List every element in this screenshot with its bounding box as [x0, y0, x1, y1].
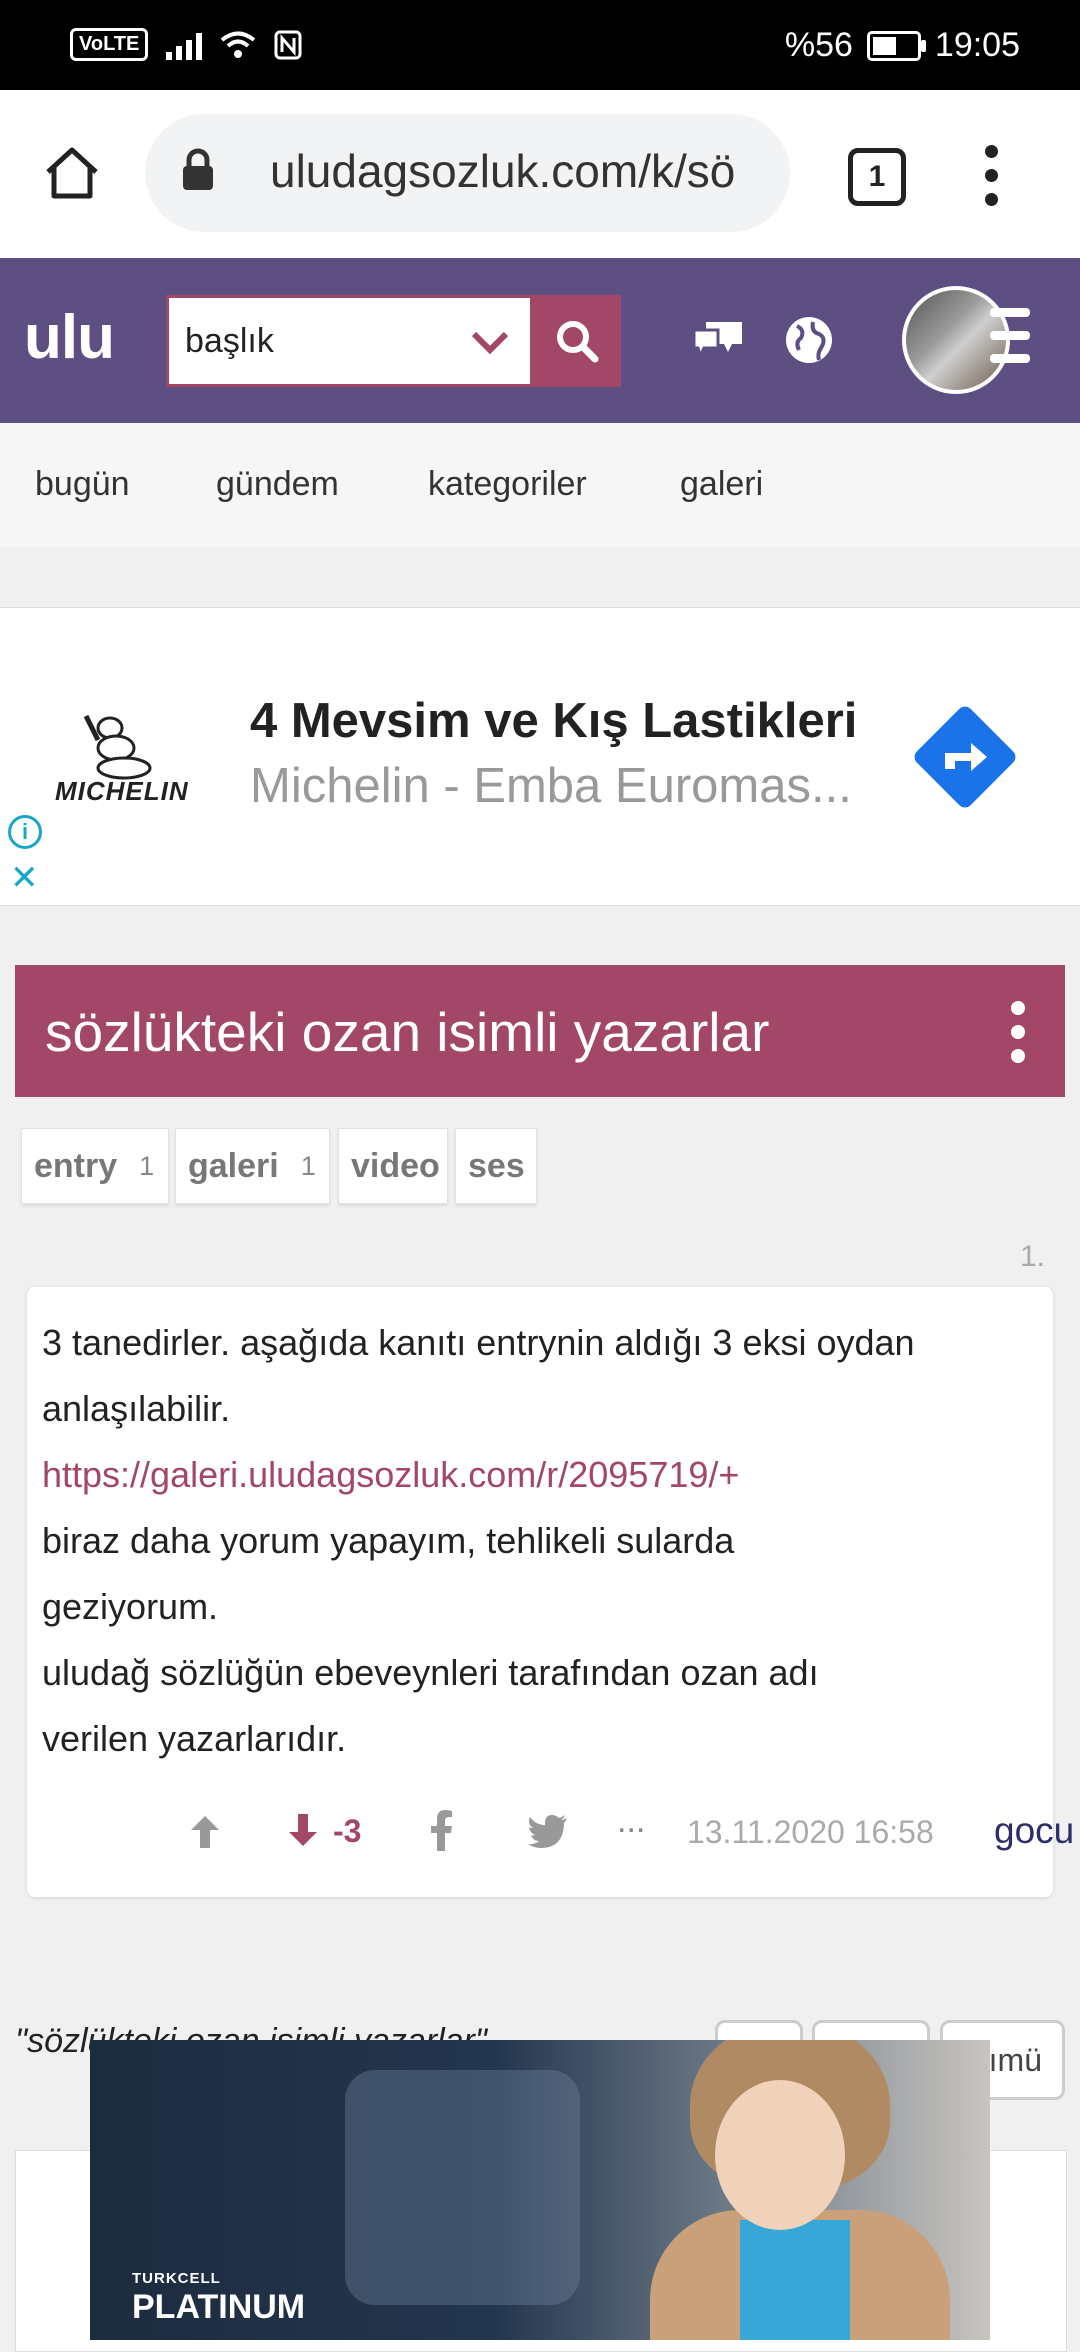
filter-label: entry: [34, 1146, 118, 1185]
lock-icon: [183, 148, 213, 190]
nfc-icon: [274, 30, 302, 59]
entry-card: 3 tanedirler. aşağıda kanıtı entrynin al…: [27, 1287, 1074, 1897]
clock: 19:05: [934, 26, 1020, 64]
upvote-icon[interactable]: [187, 1812, 223, 1850]
downvote-group[interactable]: -3: [285, 1812, 361, 1850]
filter-tab-ses[interactable]: ses: [455, 1128, 537, 1204]
twitter-icon[interactable]: [527, 1814, 569, 1848]
home-icon[interactable]: [44, 146, 100, 200]
ad-card-graphic: [345, 2070, 580, 2305]
battery-percent: %56: [784, 26, 853, 64]
filter-tab-entry[interactable]: entry 1: [21, 1128, 169, 1204]
ad-close-icon[interactable]: ✕: [10, 858, 39, 898]
ad-brand-small: TURKCELL: [132, 2270, 221, 2287]
search-value: başlık: [185, 322, 274, 360]
filter-count: 1: [300, 1150, 316, 1181]
entry-text-line: 3 tanedirler. aşağıda kanıtı entrynin al…: [42, 1322, 915, 1363]
main-nav: bugün gündem kategoriler galeri: [0, 423, 1080, 547]
ad-person-face: [715, 2080, 845, 2230]
tab-switcher-button[interactable]: 1: [848, 148, 906, 206]
ad-brand: PLATINUM: [132, 2288, 306, 2326]
ad-subtitle: Michelin - Emba Euromas...: [250, 759, 852, 813]
filter-label: ses: [468, 1146, 525, 1185]
more-options[interactable]: ...: [617, 1802, 645, 1841]
michelin-man-icon: [83, 714, 152, 780]
battery-icon: [866, 30, 926, 61]
entry-text-line: geziyorum.: [42, 1586, 219, 1627]
hamburger-menu-icon[interactable]: [990, 308, 1030, 363]
site-logo[interactable]: ulu: [24, 302, 115, 373]
ad-person-sweater: [740, 2220, 850, 2340]
chevron-down-icon[interactable]: [470, 330, 510, 356]
filter-label: galeri: [188, 1146, 279, 1185]
browser-toolbar: uludagsozluk.com/k/sö 1: [0, 90, 1080, 258]
search-icon: [557, 321, 599, 363]
address-bar[interactable]: uludagsozluk.com/k/sö: [145, 114, 790, 232]
filter-tab-video[interactable]: video: [338, 1128, 448, 1204]
site-header: ulu başlık: [0, 258, 1080, 423]
entry-text-line: biraz daha yorum yapayım, tehlikeli sula…: [42, 1520, 735, 1561]
ad-directions-icon[interactable]: [905, 697, 1025, 817]
search-input[interactable]: başlık: [166, 295, 533, 387]
filter-tab-galeri[interactable]: galeri 1: [175, 1128, 330, 1204]
volte-badge: VoLTE: [70, 28, 149, 61]
footer-button-label: ımü: [988, 2041, 1042, 2078]
video-ad[interactable]: TURKCELL PLATINUM: [90, 2040, 990, 2340]
vote-count: -3: [333, 1812, 362, 1849]
filter-label: video: [351, 1146, 440, 1185]
browser-menu-icon[interactable]: [985, 145, 999, 206]
entry-text-line: verilen yazarlarıdır.: [42, 1718, 347, 1759]
ad-brand-logo: MICHELIN: [55, 776, 189, 806]
status-bar: VoLTE %56 19:05: [0, 0, 1080, 90]
nav-item-gundem[interactable]: gündem: [216, 465, 339, 504]
topic-menu-icon[interactable]: [1011, 1001, 1025, 1063]
downvote-icon[interactable]: [285, 1812, 321, 1850]
entry-text-line: anlaşılabilir.: [42, 1388, 231, 1429]
wifi-icon: [221, 31, 256, 58]
status-right: %56 19:05: [785, 26, 1020, 65]
signal-icon: [166, 30, 203, 60]
search-button[interactable]: [533, 295, 621, 387]
topic-header: sözlükteki ozan isimli yazarlar: [15, 965, 1065, 1097]
url-text: uludagsozluk.com/k/sö: [270, 145, 736, 197]
nav-item-galeri[interactable]: galeri: [680, 465, 763, 504]
entry-date[interactable]: 13.11.2020 16:58: [687, 1814, 934, 1851]
status-left: VoLTE: [70, 28, 302, 61]
globe-icon[interactable]: [783, 314, 835, 366]
topic-title[interactable]: sözlükteki ozan isimli yazarlar: [45, 1000, 769, 1064]
ad-title: 4 Mevsim ve Kış Lastikleri: [250, 694, 858, 748]
messages-icon[interactable]: [692, 316, 746, 362]
filter-count: 1: [139, 1150, 155, 1181]
ad-info-icon[interactable]: i: [8, 815, 42, 849]
entry-text-line: uludağ sözlüğün ebeveynleri tarafından o…: [42, 1652, 819, 1693]
entry-author[interactable]: gocu: [994, 1810, 1074, 1852]
facebook-icon[interactable]: [429, 1809, 453, 1851]
entry-number: 1.: [1020, 1240, 1046, 1273]
entry-link[interactable]: https://galeri.uludagsozluk.com/r/209571…: [42, 1454, 739, 1496]
nav-item-kategoriler[interactable]: kategoriler: [428, 465, 587, 504]
nav-item-bugun[interactable]: bugün: [35, 465, 130, 504]
